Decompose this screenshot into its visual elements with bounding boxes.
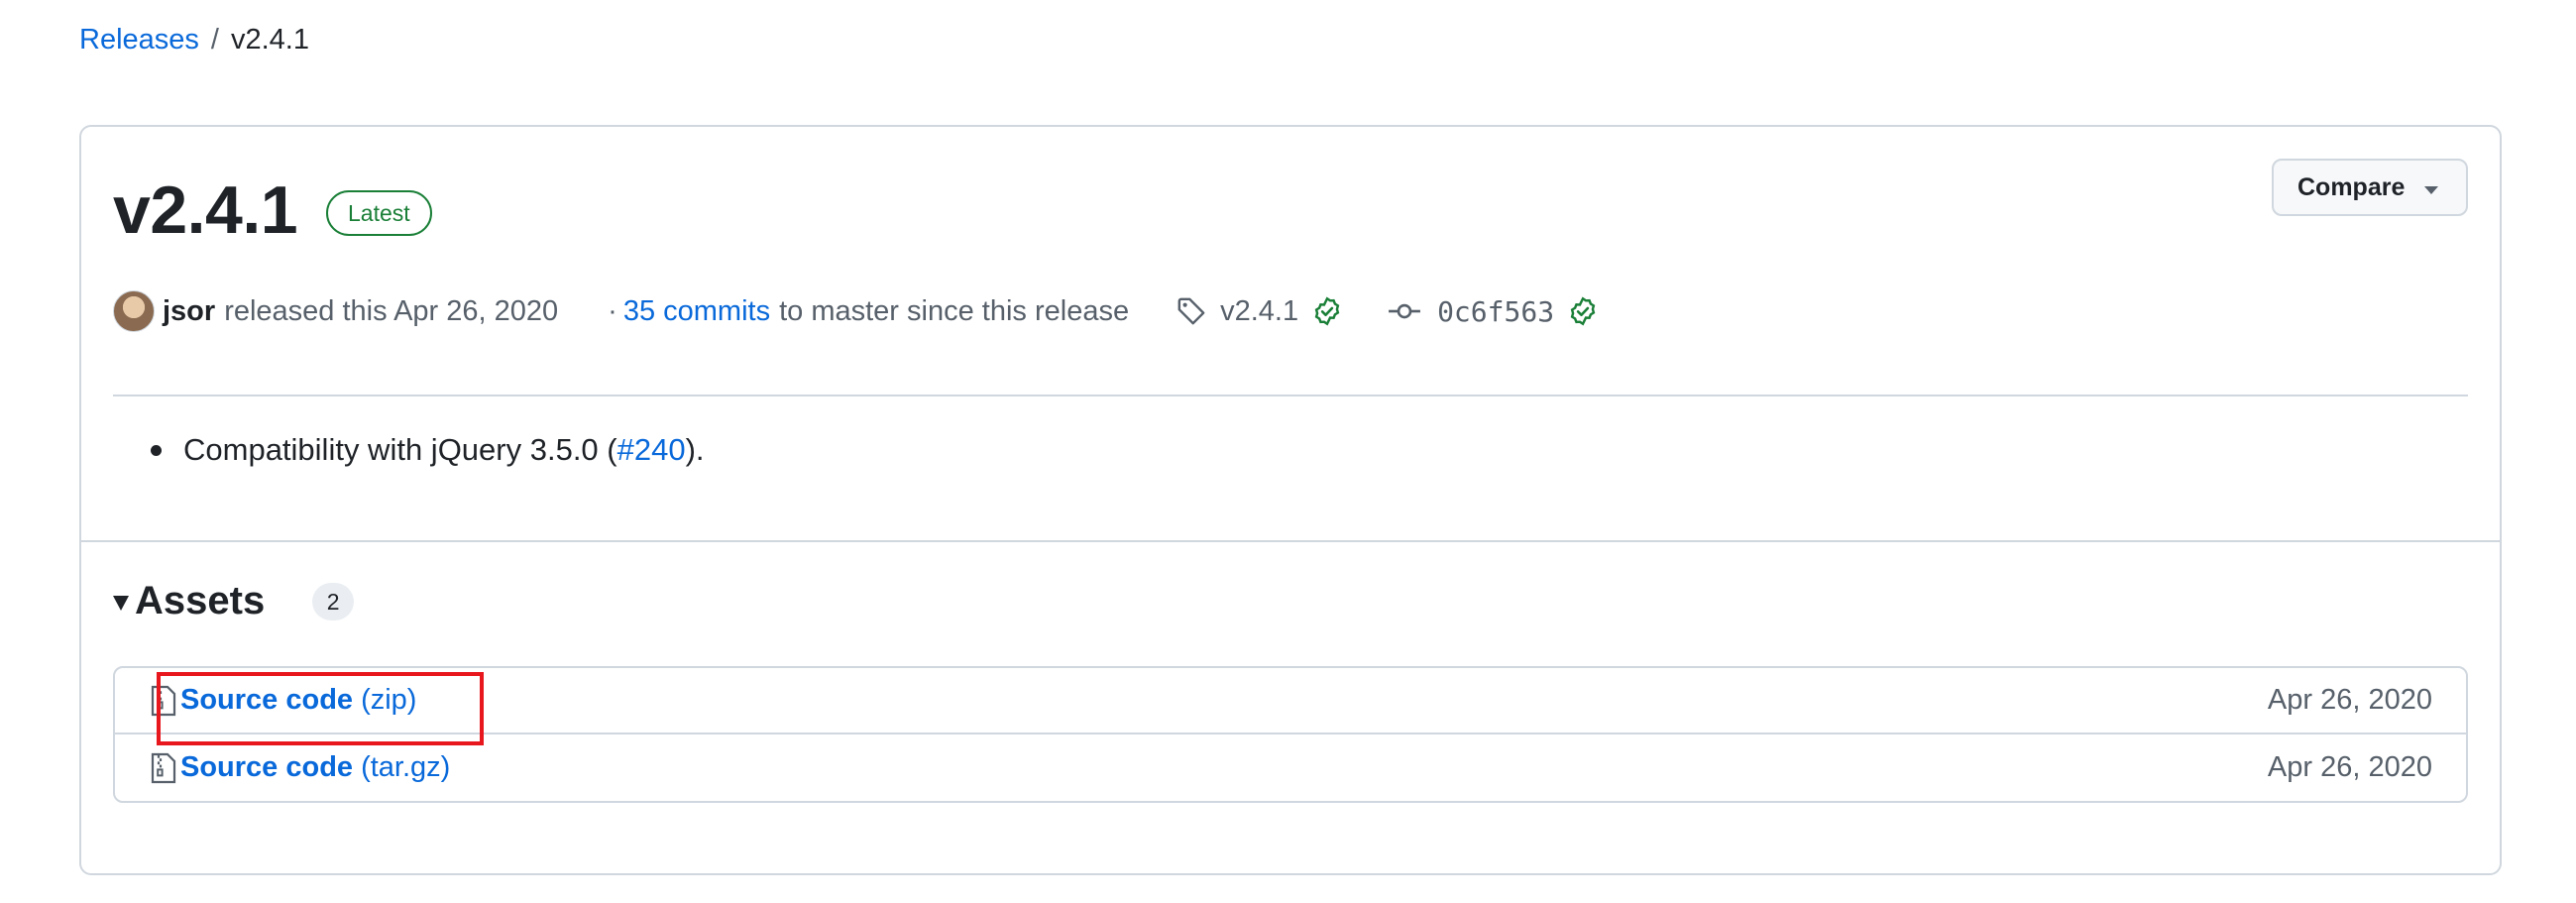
asset-link-zip[interactable]: Source code (zip): [180, 684, 416, 717]
triangle-down-icon: [113, 596, 129, 611]
breadcrumb-current: v2.4.1: [230, 24, 309, 56]
asset-name: Source code: [180, 684, 354, 716]
assets-list: Source code (zip) Apr 26, 2020 Source cod…: [113, 666, 2468, 803]
caret-down-icon: [2424, 186, 2438, 194]
released-text: released this Apr 26, 2020: [224, 294, 559, 327]
tag-icon: [1176, 296, 1206, 326]
compare-button-label: Compare: [2297, 172, 2406, 201]
release-notes-prefix: Compatibility with jQuery 3.5.0 (: [183, 432, 617, 467]
asset-link-targz[interactable]: Source code (tar.gz): [180, 751, 450, 784]
author-link[interactable]: jsor: [163, 295, 215, 328]
file-zip-icon: [151, 684, 176, 718]
latest-badge: Latest: [326, 190, 432, 236]
git-commit-icon: [1388, 296, 1421, 326]
asset-row: Source code (tar.gz) Apr 26, 2020: [115, 734, 2466, 801]
commits-suffix: to master since this release: [779, 294, 1130, 327]
assets-toggle[interactable]: Assets 2: [113, 579, 355, 623]
commits-link[interactable]: 35 commits: [623, 295, 770, 328]
asset-name: Source code: [180, 751, 354, 783]
release-title: v2.4.1: [113, 172, 298, 248]
commit-sha-link[interactable]: 0c6f563: [1437, 295, 1554, 328]
asset-date: Apr 26, 2020: [2267, 684, 2432, 716]
verified-check-icon[interactable]: [1312, 296, 1342, 326]
asset-row: Source code (zip) Apr 26, 2020: [115, 668, 2466, 734]
breadcrumb: Releases / v2.4.1: [79, 22, 309, 57]
asset-date: Apr 26, 2020: [2267, 751, 2432, 783]
bullet: [151, 444, 162, 456]
divider: [113, 395, 2468, 396]
divider: [81, 540, 2500, 542]
verified-check-icon[interactable]: [1568, 296, 1598, 326]
asset-ext: (zip): [361, 684, 417, 716]
tag-link[interactable]: v2.4.1: [1220, 295, 1298, 328]
release-notes-item: Compatibility with jQuery 3.5.0 (#240).: [151, 430, 705, 470]
release-card: v2.4.1 Latest Compare jsor released this…: [79, 125, 2502, 875]
release-notes-suffix: ).: [685, 432, 705, 467]
breadcrumb-separator: /: [210, 24, 219, 56]
assets-count-badge: 2: [312, 582, 355, 621]
file-zip-icon: [151, 751, 176, 785]
asset-ext: (tar.gz): [361, 751, 451, 783]
meta-dot: ·: [608, 294, 617, 327]
issue-link[interactable]: #240: [617, 430, 686, 470]
release-meta: jsor released this Apr 26, 2020 · 35 com…: [113, 288, 1598, 334]
avatar[interactable]: [113, 290, 155, 332]
assets-title: Assets: [135, 579, 266, 622]
breadcrumb-releases-link[interactable]: Releases: [79, 24, 199, 56]
compare-button[interactable]: Compare: [2272, 159, 2468, 216]
